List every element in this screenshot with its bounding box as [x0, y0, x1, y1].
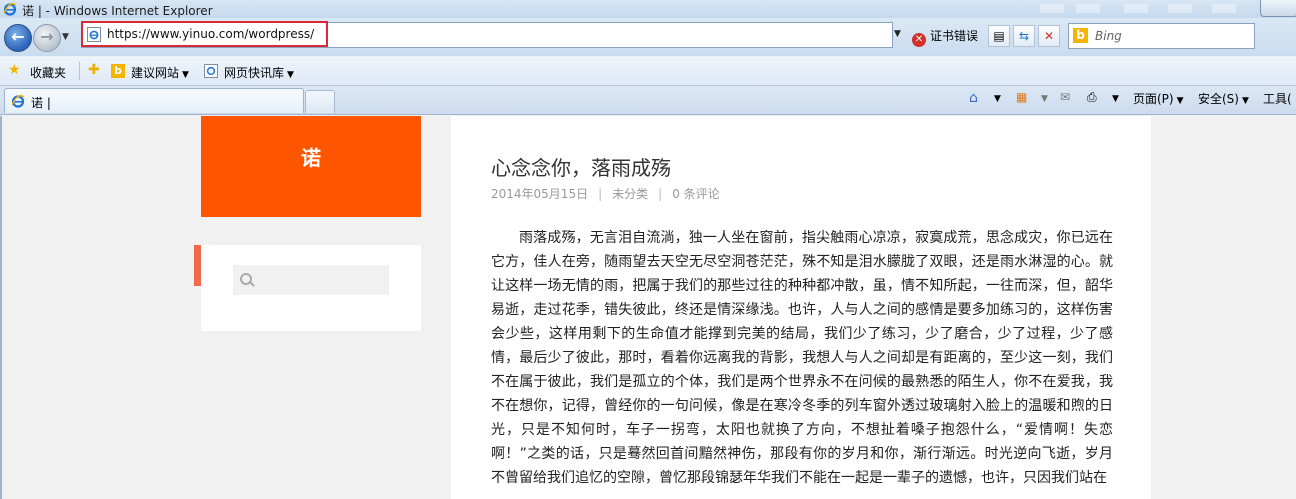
- post-meta: 2014年05月15日 | 未分类 | 0 条评论: [491, 185, 720, 202]
- mail-icon[interactable]: ✉: [1060, 90, 1070, 104]
- ghost-title-decoration: [1168, 4, 1192, 13]
- print-icon[interactable]: ⎙: [1087, 90, 1097, 105]
- new-tab-button[interactable]: [305, 90, 335, 113]
- web-slice-gallery-link[interactable]: 网页快讯库 ▼: [224, 64, 294, 81]
- safety-menu[interactable]: 安全(S) ▼: [1198, 90, 1249, 107]
- certificate-error-button[interactable]: ✕ 证书错误: [912, 27, 978, 47]
- compatibility-view-button[interactable]: ▤: [988, 25, 1010, 47]
- forward-button[interactable]: →: [33, 24, 61, 52]
- favorites-button[interactable]: 收藏夹: [30, 64, 66, 81]
- chevron-down-icon: ▼: [1241, 96, 1249, 106]
- suggested-sites-link[interactable]: 建议网站 ▼: [131, 64, 189, 81]
- refresh-button[interactable]: ⇆: [1013, 25, 1035, 47]
- refresh-icon: ⇆: [1018, 29, 1030, 43]
- sidebar-accent-bar: [194, 245, 201, 286]
- ghost-title-decoration: [1076, 4, 1100, 13]
- home-icon[interactable]: ⌂: [969, 90, 978, 106]
- ie-tab-icon: [11, 94, 25, 108]
- address-dropdown-icon[interactable]: ▼: [894, 29, 901, 39]
- site-title-link[interactable]: 诺: [201, 142, 421, 171]
- home-dropdown-icon[interactable]: ▼: [994, 94, 1001, 104]
- title-bar: 诺 | - Windows Internet Explorer: [0, 0, 1296, 18]
- search-box[interactable]: b Bing: [1068, 23, 1255, 49]
- viewport-border: [0, 116, 2, 499]
- post-title-link[interactable]: 心念念你，落雨成殇: [491, 152, 671, 181]
- window-title: 诺 | - Windows Internet Explorer: [22, 4, 213, 18]
- ghost-title-decoration: [1124, 4, 1148, 13]
- post-date[interactable]: 2014年05月15日: [491, 187, 588, 201]
- ghost-title-decoration: [1212, 4, 1236, 13]
- back-button[interactable]: ←: [4, 24, 32, 52]
- feeds-icon[interactable]: ▦: [1016, 90, 1027, 104]
- meta-separator: |: [598, 187, 603, 201]
- compatibility-icon: ▤: [993, 29, 1005, 43]
- favorites-star-icon[interactable]: ★: [8, 62, 21, 78]
- tools-menu-label: 工具(: [1263, 92, 1292, 106]
- post-comments-link[interactable]: 0 条评论: [672, 187, 719, 201]
- page-menu-label: 页面(P): [1133, 92, 1174, 106]
- print-dropdown-icon[interactable]: ▼: [1112, 94, 1119, 104]
- meta-separator: |: [658, 187, 663, 201]
- chevron-down-icon: ▼: [182, 70, 189, 80]
- bing-icon: b: [111, 64, 125, 78]
- tab-title: 诺 |: [31, 96, 51, 110]
- suggested-sites-label: 建议网站: [131, 66, 180, 80]
- stop-icon: ✕: [1043, 29, 1055, 43]
- tools-menu[interactable]: 工具(: [1263, 90, 1292, 107]
- tab-active[interactable]: 诺 |: [4, 88, 304, 113]
- safety-menu-label: 安全(S): [1198, 92, 1239, 106]
- favorites-bar: [0, 57, 1296, 86]
- web-slice-icon: [204, 64, 218, 78]
- web-slice-gallery-label: 网页快讯库: [224, 66, 285, 80]
- ie-logo-icon: [3, 2, 17, 16]
- minimize-button[interactable]: [1260, 0, 1296, 17]
- forward-arrow-icon: →: [40, 27, 54, 46]
- feeds-dropdown-icon[interactable]: ▼: [1041, 94, 1048, 104]
- add-to-favorites-icon[interactable]: ✚: [88, 62, 100, 78]
- url-highlight-box: [81, 21, 328, 47]
- shield-error-icon: ✕: [912, 33, 926, 47]
- page-menu[interactable]: 页面(P) ▼: [1133, 90, 1184, 107]
- ghost-title-decoration: [1040, 4, 1064, 13]
- post-category-link[interactable]: 未分类: [612, 187, 648, 201]
- chevron-down-icon: ▼: [1176, 96, 1184, 106]
- certificate-error-label: 证书错误: [930, 29, 979, 43]
- site-search-input[interactable]: [233, 265, 389, 295]
- stop-button[interactable]: ✕: [1038, 25, 1060, 47]
- chevron-down-icon: ▼: [287, 70, 294, 80]
- search-placeholder: Bing: [1095, 29, 1122, 43]
- back-arrow-icon: ←: [11, 27, 25, 46]
- favorites-divider: [79, 62, 80, 80]
- recent-pages-dropdown[interactable]: ▼: [62, 32, 69, 42]
- post-paragraph: 雨落成殇，无言泪自流淌，独一人坐在窗前，指尖触雨心凉凉，寂寞成荒，思念成灾，你已…: [491, 230, 1113, 486]
- post-body: 雨落成殇，无言泪自流淌，独一人坐在窗前，指尖触雨心凉凉，寂寞成荒，思念成灾，你已…: [491, 226, 1113, 490]
- bing-logo-icon: b: [1073, 28, 1088, 43]
